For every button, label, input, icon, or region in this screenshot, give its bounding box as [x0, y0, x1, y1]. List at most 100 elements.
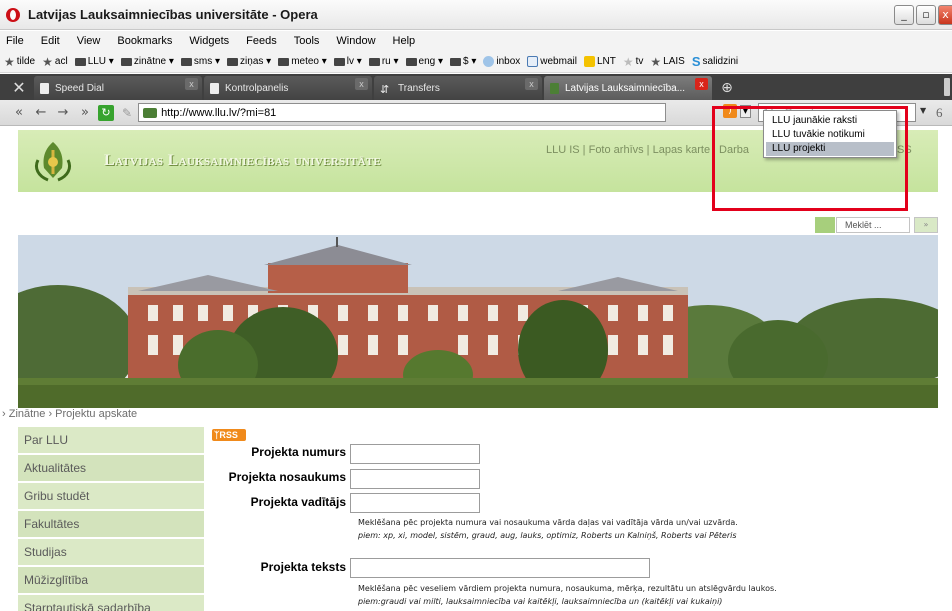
tab-bar: ✕ Speed Dial x Kontrolpanelis x ⇵ Transf… [0, 74, 952, 100]
tab-scroll-handle[interactable] [944, 78, 950, 96]
tools-icon[interactable]: ✕ [4, 76, 34, 100]
forward-icon[interactable]: → [54, 105, 72, 120]
menu-tools[interactable]: Tools [294, 35, 320, 47]
page-icon [40, 82, 49, 94]
search-example-2: piem:graudi vai milti, lauksaimniecība v… [358, 597, 723, 606]
folder-icon [120, 57, 132, 66]
site-identity-icon [143, 107, 158, 118]
bookmark-acl[interactable]: ★ acl [42, 55, 68, 69]
fast-forward-icon[interactable]: » [76, 105, 94, 120]
folder-icon [278, 57, 290, 66]
bookmark-folder-dollar[interactable]: $ ▾ [450, 56, 476, 67]
project-title-label: Projekta nosaukums [228, 470, 346, 484]
project-number-input[interactable] [350, 444, 480, 464]
back-icon[interactable]: ← [32, 105, 50, 120]
bookmark-folder-sms[interactable]: sms ▾ [180, 56, 220, 67]
project-leader-input[interactable] [350, 493, 480, 513]
search-example-1: piem: xp, xi, model, sistēm, graud, aug,… [358, 531, 737, 540]
folder-icon [74, 57, 86, 66]
s-icon: S [691, 54, 701, 69]
menu-widgets[interactable]: Widgets [189, 35, 229, 47]
folder-icon [180, 57, 192, 66]
nav-fakultates[interactable]: Fakultātes [18, 511, 204, 537]
window-controls: _ ▫ x [894, 5, 952, 25]
bookmark-folder-zinatne[interactable]: zinātne ▾ [120, 56, 174, 67]
project-text-label: Projekta teksts [260, 560, 346, 574]
restore-button[interactable]: ▫ [916, 5, 936, 25]
zoom-icon[interactable]: 6 [936, 105, 943, 121]
site-favicon-icon [550, 82, 559, 94]
bookmark-lais[interactable]: ★ LAIS [650, 55, 684, 69]
palace-illustration [18, 235, 938, 408]
project-text-input[interactable] [350, 558, 650, 578]
close-tab-icon[interactable]: x [695, 78, 708, 90]
bookmark-folder-llu[interactable]: LLU ▾ [74, 56, 114, 67]
bookmark-folder-lv[interactable]: lv ▾ [333, 56, 362, 67]
bookmarks-bar: ★ tilde ★ acl LLU ▾ zinātne ▾ sms ▾ ziņas … [0, 51, 952, 73]
envelope-icon [527, 56, 539, 67]
bookmark-tv[interactable]: ★ tv [623, 55, 644, 69]
close-tab-icon[interactable]: x [525, 78, 538, 90]
rss-feed-button[interactable]: ᛉRSS [212, 429, 246, 441]
search-strip-decoration [815, 217, 835, 233]
opera-logo-icon [6, 7, 20, 22]
close-tab-icon[interactable]: x [355, 78, 368, 90]
project-number-label: Projekta numurs [251, 445, 346, 459]
bookmark-webmail[interactable]: webmail [527, 56, 577, 67]
star-icon: ★ [622, 54, 634, 69]
menu-window[interactable]: Window [336, 35, 375, 47]
tab-llu[interactable]: Latvijas Lauksaimniecība... x [544, 76, 712, 100]
star-icon: ★ [4, 54, 15, 69]
menu-edit[interactable]: Edit [41, 35, 60, 47]
bookmark-lnt[interactable]: LNT [583, 56, 616, 67]
search-engine-dropdown-icon[interactable]: ▼ [920, 106, 926, 115]
menu-help[interactable]: Help [393, 35, 416, 47]
transfers-icon: ⇵ [380, 83, 390, 96]
breadcrumb[interactable]: › Zinātne › Projektu apskate [2, 408, 137, 420]
window-title: Latvijas Lauksaimniecības universitāte -… [28, 7, 318, 22]
bookmark-folder-eng[interactable]: eng ▾ [405, 56, 443, 67]
bookmark-folder-meteo[interactable]: meteo ▾ [278, 56, 327, 67]
tab-kontrolpanelis[interactable]: Kontrolpanelis x [204, 76, 372, 100]
highlight-annotation-box [712, 106, 908, 211]
search-hint-1: Meklēšana pēc projekta numura vai nosauk… [358, 518, 738, 527]
bookmark-folder-zinas[interactable]: ziņas ▾ [227, 56, 271, 67]
menu-bookmarks[interactable]: Bookmarks [117, 35, 172, 47]
star-icon: ★ [42, 54, 53, 69]
university-name[interactable]: Latvijas Lauksaimniecības universitāte [104, 152, 381, 170]
folder-icon [368, 57, 380, 66]
close-window-button[interactable]: x [938, 5, 952, 25]
address-field[interactable]: http://www.llu.lv/?mi=81 [138, 103, 667, 122]
bookmark-folder-ru[interactable]: ru ▾ [368, 56, 399, 67]
page-icon [210, 82, 219, 94]
new-tab-icon[interactable]: ⊕ [714, 76, 740, 100]
menu-view[interactable]: View [77, 35, 101, 47]
palace-photo [18, 235, 938, 408]
project-leader-label: Projekta vadītājs [250, 495, 346, 509]
menu-bar: File Edit View Bookmarks Widgets Feeds T… [0, 31, 952, 51]
bookmark-inbox[interactable]: inbox [483, 56, 520, 67]
folder-icon [405, 57, 417, 66]
site-search-button[interactable]: » [914, 217, 938, 233]
folder-icon [227, 57, 239, 66]
project-title-input[interactable] [350, 469, 480, 489]
menu-feeds[interactable]: Feeds [246, 35, 277, 47]
minimize-button[interactable]: _ [894, 5, 914, 25]
tab-speed-dial[interactable]: Speed Dial x [34, 76, 202, 100]
folder-icon [333, 57, 345, 66]
folder-icon [450, 57, 461, 66]
site-search-input[interactable]: Meklēt ... [836, 217, 910, 233]
site-search-strip: Meklēt ... » [18, 215, 938, 237]
menu-file[interactable]: File [6, 35, 24, 47]
edit-icon[interactable]: ✎ [122, 106, 132, 120]
window-titlebar: Latvijas Lauksaimniecības universitāte -… [0, 0, 952, 30]
rewind-icon[interactable]: « [10, 105, 28, 120]
search-hint-2: Meklēšana pēc veseliem vārdiem projekta … [358, 584, 777, 593]
bookmark-tilde[interactable]: ★ tilde [4, 55, 35, 69]
tab-transfers[interactable]: ⇵ Transfers x [374, 76, 542, 100]
nav-starptautiska-sadarbiba[interactable]: Starptautiskā sadarbība [18, 595, 204, 611]
university-logo [34, 142, 72, 182]
close-tab-icon[interactable]: x [185, 78, 198, 90]
bookmark-salidzini[interactable]: Ssalidzini [692, 54, 738, 69]
reload-icon[interactable]: ↻ [98, 104, 114, 121]
